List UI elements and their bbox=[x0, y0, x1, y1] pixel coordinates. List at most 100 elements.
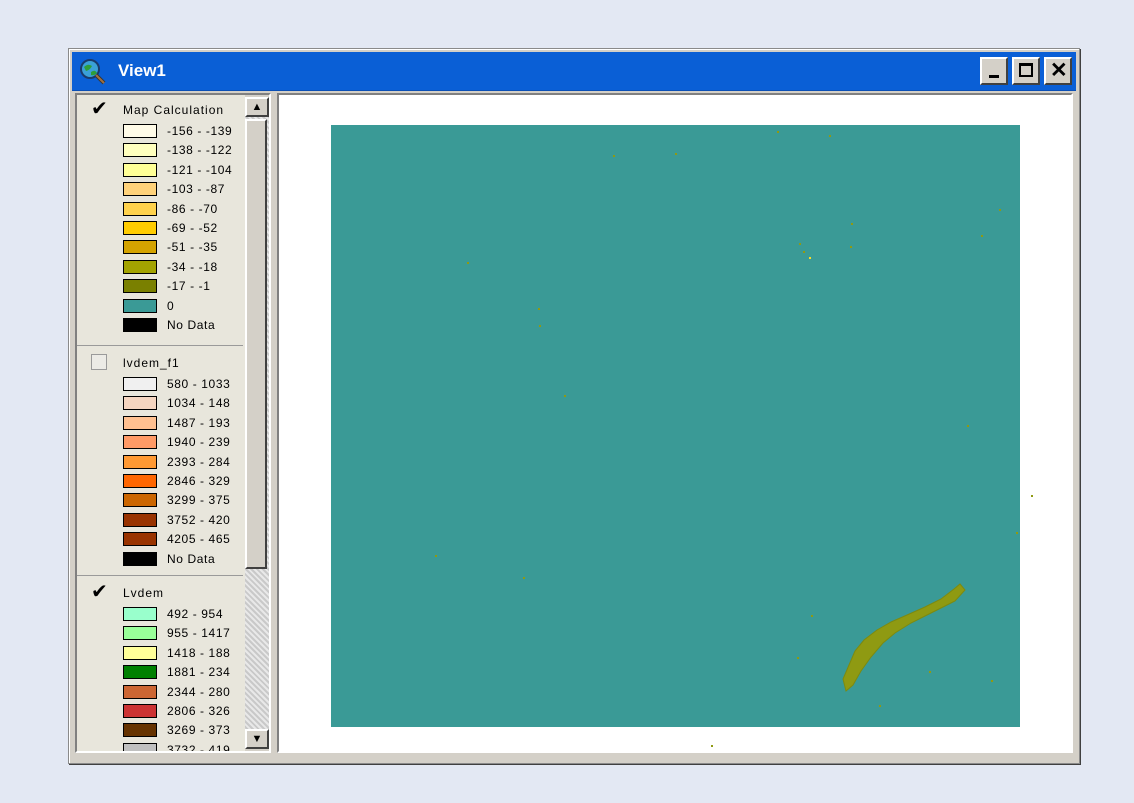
legend-swatch bbox=[123, 551, 157, 566]
legend-label: 3269 - 373 bbox=[167, 723, 231, 738]
legend-label: -51 - -35 bbox=[167, 240, 218, 255]
legend-label: -156 - -139 bbox=[167, 124, 233, 138]
scroll-thumb[interactable] bbox=[245, 119, 267, 569]
layer-lvdem-f1[interactable]: ✔ lvdem_f1 580 - 1033 1034 - 148 1487 - … bbox=[77, 345, 243, 568]
raster-speck bbox=[967, 425, 969, 427]
legend-item: -156 - -139 bbox=[77, 121, 243, 140]
minimize-button[interactable] bbox=[980, 57, 1008, 85]
legend-item: 1881 - 234 bbox=[77, 662, 243, 681]
raster-speck bbox=[829, 135, 831, 137]
raster-speck bbox=[539, 325, 541, 327]
legend-swatch bbox=[123, 162, 157, 177]
legend-label: 1418 - 188 bbox=[167, 645, 231, 660]
legend-swatch bbox=[123, 182, 157, 197]
map-canvas[interactable] bbox=[279, 95, 1071, 751]
legend-swatch bbox=[123, 512, 157, 527]
legend-swatch bbox=[123, 435, 157, 450]
legend-swatch bbox=[123, 742, 157, 751]
scroll-down-button[interactable]: ▼ bbox=[245, 729, 269, 749]
legend-swatch bbox=[123, 298, 157, 313]
legend-label: 492 - 954 bbox=[167, 607, 224, 621]
legend-item: -34 - -18 bbox=[77, 257, 243, 276]
layer-map-calculation[interactable]: ✔ Map Calculation -156 - -139 -138 - -12… bbox=[77, 99, 243, 334]
map-display[interactable] bbox=[277, 93, 1073, 753]
legend-label: -17 - -1 bbox=[167, 279, 211, 294]
legend-swatch bbox=[123, 377, 157, 391]
legend-item: 955 - 1417 bbox=[77, 623, 243, 642]
legend-label: 3752 - 420 bbox=[167, 512, 231, 527]
raster-speck bbox=[538, 308, 540, 310]
arrow-down-icon: ▼ bbox=[251, 733, 263, 745]
toc-scrollbar[interactable]: ▲ ▼ bbox=[245, 95, 269, 751]
view-window: View1 ✕ ✔ Map Calculation -156 - -139 -1… bbox=[68, 48, 1080, 764]
legend-swatch bbox=[123, 240, 157, 255]
layer-name: Lvdem bbox=[123, 586, 165, 600]
raster-speck bbox=[811, 615, 813, 617]
minimize-icon bbox=[989, 75, 999, 78]
scroll-up-button[interactable]: ▲ bbox=[245, 97, 269, 117]
legend-label: 3732 - 419 bbox=[167, 742, 231, 753]
legend-swatch bbox=[123, 607, 157, 621]
legend-item: 2846 - 329 bbox=[77, 471, 243, 490]
legend-item: 2393 - 284 bbox=[77, 452, 243, 471]
raster-speck bbox=[777, 131, 779, 133]
layer-lvdem[interactable]: ✔ Lvdem 492 - 954 955 - 1417 1418 - 188 … bbox=[77, 575, 243, 753]
legend-swatch bbox=[123, 279, 157, 294]
layer-name: lvdem_f1 bbox=[123, 356, 180, 370]
legend-swatch bbox=[123, 684, 157, 699]
legend-item: 1940 - 239 bbox=[77, 432, 243, 451]
legend-label: 955 - 1417 bbox=[167, 626, 231, 641]
raster-speck bbox=[991, 680, 993, 682]
raster-speck bbox=[523, 577, 525, 579]
legend-item: -51 - -35 bbox=[77, 237, 243, 256]
legend-item: No Data bbox=[77, 315, 243, 334]
raster-layer bbox=[331, 125, 1020, 727]
legend-swatch bbox=[123, 703, 157, 718]
layer-visibility-checkbox[interactable]: ✔ bbox=[91, 354, 107, 370]
close-button[interactable]: ✕ bbox=[1044, 57, 1072, 85]
legend-label: 2344 - 280 bbox=[167, 684, 231, 699]
legend-label: 1881 - 234 bbox=[167, 665, 231, 680]
layer-visibility-checkbox[interactable]: ✔ bbox=[91, 582, 108, 602]
legend-swatch bbox=[123, 201, 157, 216]
legend-item: -17 - -1 bbox=[77, 276, 243, 295]
legend-label: 2846 - 329 bbox=[167, 473, 231, 488]
legend-swatch bbox=[123, 259, 157, 274]
legend-swatch bbox=[123, 143, 157, 158]
layer-name: Map Calculation bbox=[123, 103, 225, 117]
legend-swatch bbox=[123, 493, 157, 508]
raster-speck bbox=[851, 223, 853, 225]
raster-speck bbox=[435, 555, 437, 557]
legend-swatch bbox=[123, 396, 157, 411]
legend-item: 2806 - 326 bbox=[77, 701, 243, 720]
raster-speck bbox=[981, 235, 983, 237]
legend-item: 492 - 954 bbox=[77, 604, 243, 623]
legend-label: 4205 - 465 bbox=[167, 532, 231, 547]
raster-speck bbox=[809, 257, 811, 259]
title-bar[interactable]: View1 ✕ bbox=[72, 52, 1076, 91]
raster-speck bbox=[1016, 532, 1018, 534]
legend-swatch bbox=[123, 723, 157, 738]
legend-item: 1487 - 193 bbox=[77, 413, 243, 432]
legend-item: 3752 - 420 bbox=[77, 510, 243, 529]
maximize-button[interactable] bbox=[1012, 57, 1040, 85]
raster-speck bbox=[803, 251, 805, 253]
legend-swatch bbox=[123, 317, 157, 332]
raster-speck bbox=[564, 395, 566, 397]
legend-label: -121 - -104 bbox=[167, 162, 233, 177]
legend-label: No Data bbox=[167, 317, 216, 332]
layer-visibility-checkbox[interactable]: ✔ bbox=[91, 99, 108, 119]
legend-label: -86 - -70 bbox=[167, 201, 218, 216]
legend-item: -69 - -52 bbox=[77, 218, 243, 237]
table-of-contents[interactable]: ✔ Map Calculation -156 - -139 -138 - -12… bbox=[75, 93, 271, 753]
legend-item: 2344 - 280 bbox=[77, 682, 243, 701]
legend-item: -86 - -70 bbox=[77, 199, 243, 218]
legend-label: -69 - -52 bbox=[167, 220, 218, 235]
raster-speck bbox=[999, 209, 1001, 211]
legend-item: 1418 - 188 bbox=[77, 643, 243, 662]
maximize-icon bbox=[1019, 63, 1033, 77]
legend-label: 2393 - 284 bbox=[167, 454, 231, 469]
legend-item: 3269 - 373 bbox=[77, 720, 243, 739]
legend-swatch bbox=[123, 124, 157, 138]
view-magnifier-globe-icon bbox=[80, 59, 106, 85]
